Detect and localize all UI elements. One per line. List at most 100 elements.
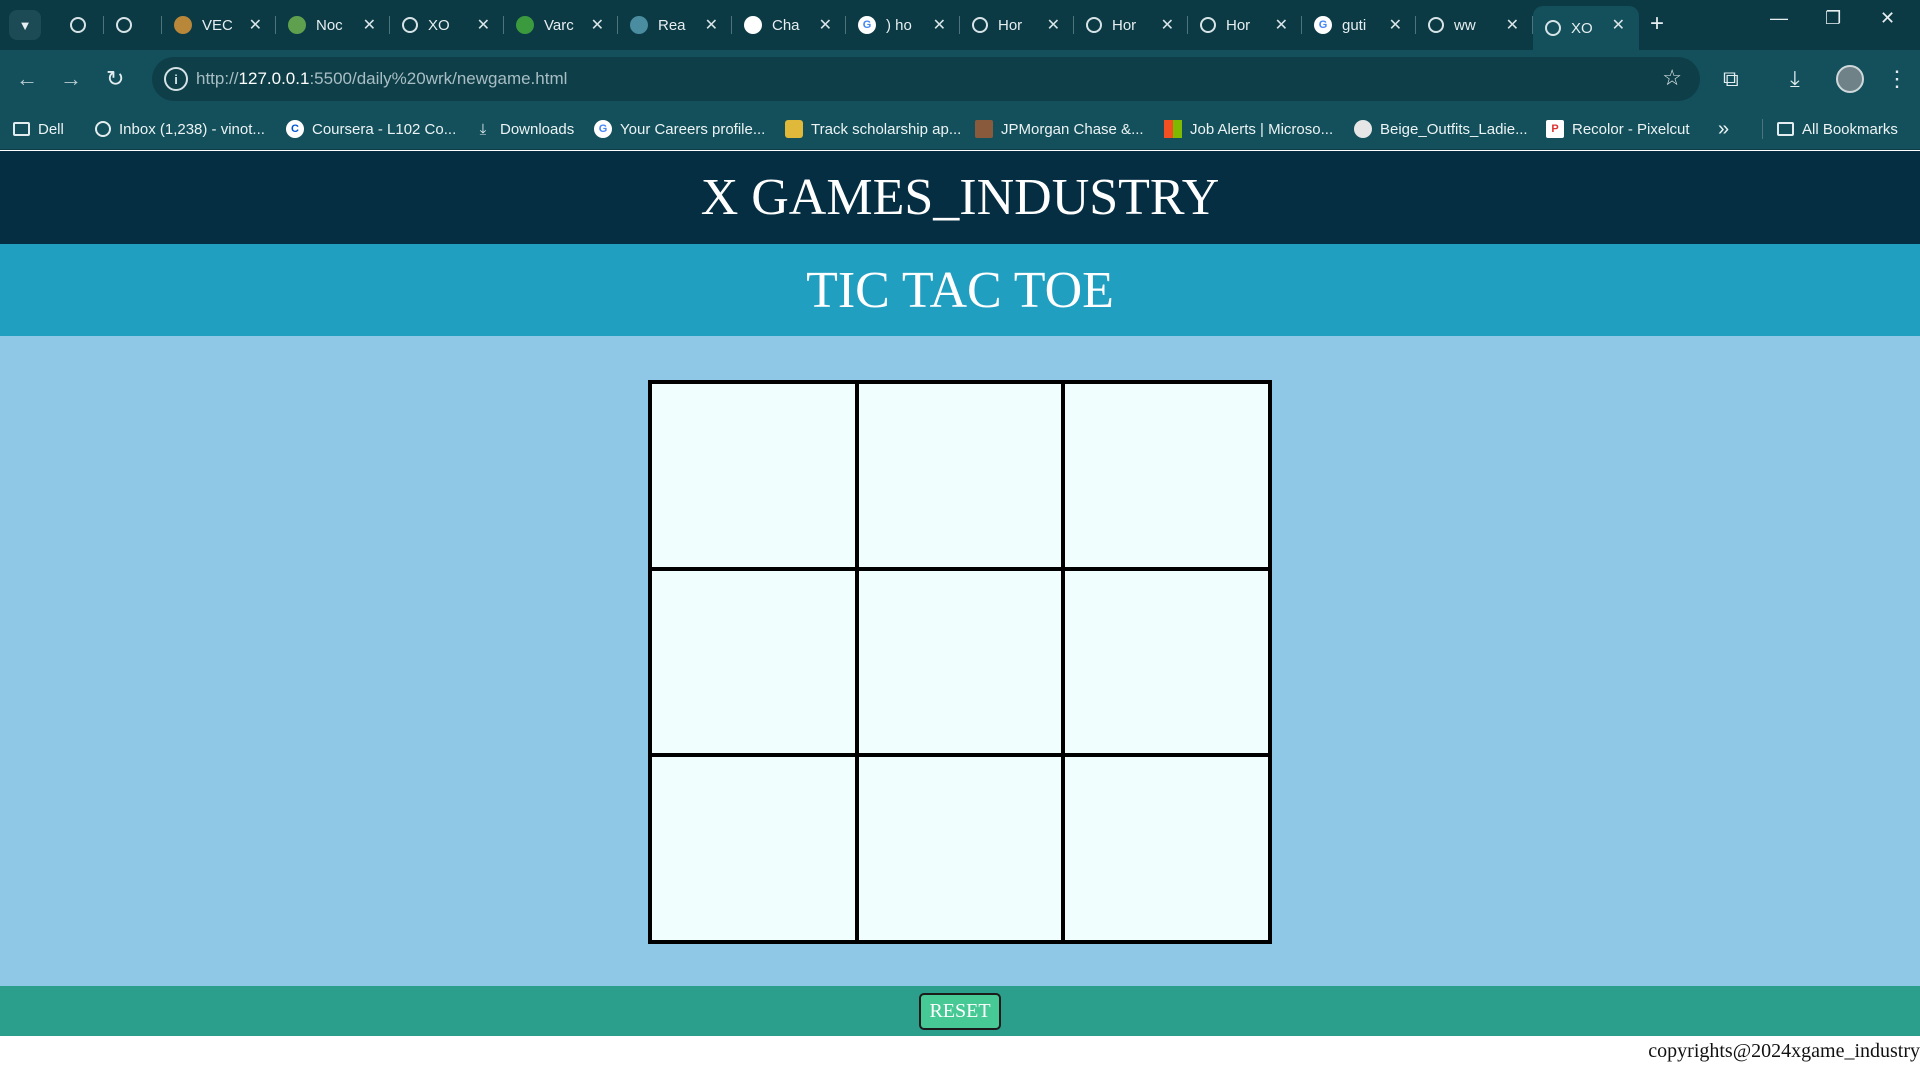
- all-bookmarks-button[interactable]: All Bookmarks: [1777, 108, 1898, 150]
- close-window-button[interactable]: ✕: [1880, 8, 1895, 29]
- tab-13[interactable]: Gguti ✕: [1302, 6, 1416, 44]
- tab-7[interactable]: Rea ✕: [618, 6, 732, 44]
- bookmark-9[interactable]: Beige_Outfits_Ladie...: [1354, 108, 1528, 150]
- tab-2[interactable]: [104, 6, 162, 44]
- board-cell-5[interactable]: [856, 568, 1064, 756]
- microsoft-icon: [1164, 120, 1182, 138]
- profile-avatar[interactable]: [1836, 65, 1864, 93]
- download-icon: ⤓: [479, 120, 487, 138]
- extensions-icon[interactable]: ⧉: [1723, 65, 1739, 93]
- board-cell-1[interactable]: [650, 382, 857, 569]
- tab-5[interactable]: XO ✕: [390, 6, 504, 44]
- chatgpt-icon: [744, 16, 762, 34]
- tab-12[interactable]: Hor ✕: [1188, 6, 1302, 44]
- bookmark-label: Dell: [38, 120, 64, 138]
- footer: copyrights@2024xgame_industry: [0, 1036, 1920, 1080]
- close-tab-icon[interactable]: ✕: [933, 15, 946, 35]
- bookmark-5[interactable]: G Your Careers profile...: [594, 108, 765, 150]
- globe-icon: [70, 17, 86, 33]
- globe-icon: [116, 17, 132, 33]
- close-tab-icon[interactable]: ✕: [1275, 15, 1288, 35]
- bookmark-6[interactable]: Track scholarship ap...: [785, 108, 961, 150]
- folder-icon: [13, 122, 30, 136]
- tab-9[interactable]: G) ho ✕: [846, 6, 960, 44]
- tab-title: Rea: [658, 16, 686, 34]
- scholarship-icon: [785, 120, 803, 138]
- close-tab-icon[interactable]: ✕: [477, 15, 490, 35]
- brand-header: X GAMES_INDUSTRY: [0, 151, 1920, 244]
- tab-title: ww: [1454, 16, 1476, 34]
- image-icon: [1354, 120, 1372, 138]
- tab-search-button[interactable]: ▼: [9, 10, 41, 40]
- board-cell-2[interactable]: [856, 382, 1064, 569]
- restore-button[interactable]: ❐: [1825, 8, 1841, 29]
- tab-title: XO: [1571, 19, 1593, 37]
- close-tab-icon[interactable]: ✕: [591, 15, 604, 35]
- download-icon[interactable]: ⤓: [1790, 65, 1800, 93]
- reload-button[interactable]: ↻: [106, 64, 124, 94]
- forward-button[interactable]: →: [60, 64, 82, 94]
- close-tab-icon[interactable]: ✕: [705, 15, 718, 35]
- tab-4[interactable]: Noc ✕: [276, 6, 390, 44]
- tab-11[interactable]: Hor ✕: [1074, 6, 1188, 44]
- chevron-down-icon: ▼: [18, 17, 32, 33]
- tab-strip: ▼ VEC ✕ Noc ✕ XO ✕ Varc ✕ Rea ✕ Cha ✕ G) ho ✕ Hor ✕ Hor ✕…: [0, 0, 1920, 50]
- globe-icon: [1428, 17, 1444, 33]
- bookmark-4[interactable]: ⤓ Downloads: [474, 108, 575, 150]
- reload-icon: ↻: [106, 66, 125, 91]
- close-tab-icon[interactable]: ✕: [1047, 15, 1060, 35]
- tab-title: VEC: [202, 16, 232, 34]
- google-icon: G: [1314, 16, 1332, 34]
- url-text[interactable]: http://127.0.0.1:5500/daily%20wrk/newgam…: [196, 69, 567, 89]
- bookmark-3[interactable]: C Coursera - L102 Co...: [286, 108, 456, 150]
- board-cell-6[interactable]: [1063, 568, 1270, 756]
- board-cell-4[interactable]: [650, 568, 857, 756]
- folder-icon: [1777, 122, 1794, 136]
- board-cell-3[interactable]: [1063, 382, 1270, 569]
- site-info-icon[interactable]: i: [164, 67, 188, 91]
- board-cell-8[interactable]: [856, 755, 1064, 942]
- bookmark-2[interactable]: Inbox (1,238) - vinot...: [95, 108, 265, 150]
- bookmark-8[interactable]: Job Alerts | Microso...: [1164, 108, 1333, 150]
- reset-bar: RESET: [0, 986, 1920, 1036]
- close-tab-icon[interactable]: ✕: [1389, 15, 1402, 35]
- close-tab-icon[interactable]: ✕: [1161, 15, 1174, 35]
- board-cell-9[interactable]: [1063, 755, 1270, 942]
- bookmark-label: Recolor - Pixelcut: [1572, 120, 1690, 138]
- tab-title: guti: [1342, 16, 1367, 34]
- globe-icon: [402, 17, 418, 33]
- game-header: TIC TAC TOE: [0, 244, 1920, 336]
- tab-title: Varc: [544, 16, 574, 34]
- tab-1[interactable]: [58, 6, 104, 44]
- address-bar[interactable]: i http://127.0.0.1:5500/daily%20wrk/newg…: [152, 57, 1700, 101]
- back-button[interactable]: ←: [16, 64, 38, 94]
- more-bookmarks-button[interactable]: »: [1718, 108, 1729, 150]
- bookmarks-bar: Dell Inbox (1,238) - vinot... C Coursera - …: [0, 108, 1920, 150]
- minimize-button[interactable]: —: [1770, 8, 1788, 29]
- tab-3[interactable]: VEC ✕: [162, 6, 276, 44]
- bookmark-label: Inbox (1,238) - vinot...: [119, 120, 265, 138]
- google-icon: G: [858, 16, 876, 34]
- bookmark-1[interactable]: Dell: [13, 108, 64, 150]
- menu-kebab-icon[interactable]: ⋮: [1886, 65, 1908, 93]
- bookmark-label: Coursera - L102 Co...: [312, 120, 457, 138]
- bookmark-10[interactable]: P Recolor - Pixelcut: [1546, 108, 1690, 150]
- tab-15[interactable]: XO ✕: [1533, 6, 1639, 50]
- bookmark-star-icon[interactable]: ☆: [1662, 65, 1682, 91]
- board-cell-7[interactable]: [650, 755, 857, 942]
- tab-title: Noc: [316, 16, 343, 34]
- tab-14[interactable]: ww ✕: [1416, 6, 1533, 44]
- close-tab-icon[interactable]: ✕: [363, 15, 376, 35]
- tab-10[interactable]: Hor ✕: [960, 6, 1074, 44]
- tab-8[interactable]: Cha ✕: [732, 6, 846, 44]
- close-tab-icon[interactable]: ✕: [1506, 15, 1519, 35]
- reset-button[interactable]: RESET: [919, 992, 1001, 1030]
- bookmark-7[interactable]: JPMorgan Chase &...: [975, 108, 1144, 150]
- globe-icon: [1200, 17, 1216, 33]
- close-tab-icon[interactable]: ✕: [249, 15, 262, 35]
- close-tab-icon[interactable]: ✕: [1612, 15, 1625, 35]
- new-tab-button[interactable]: +: [1650, 10, 1664, 38]
- tab-6[interactable]: Varc ✕: [504, 6, 618, 44]
- close-tab-icon[interactable]: ✕: [819, 15, 832, 35]
- game-title: TIC TAC TOE: [806, 261, 1114, 319]
